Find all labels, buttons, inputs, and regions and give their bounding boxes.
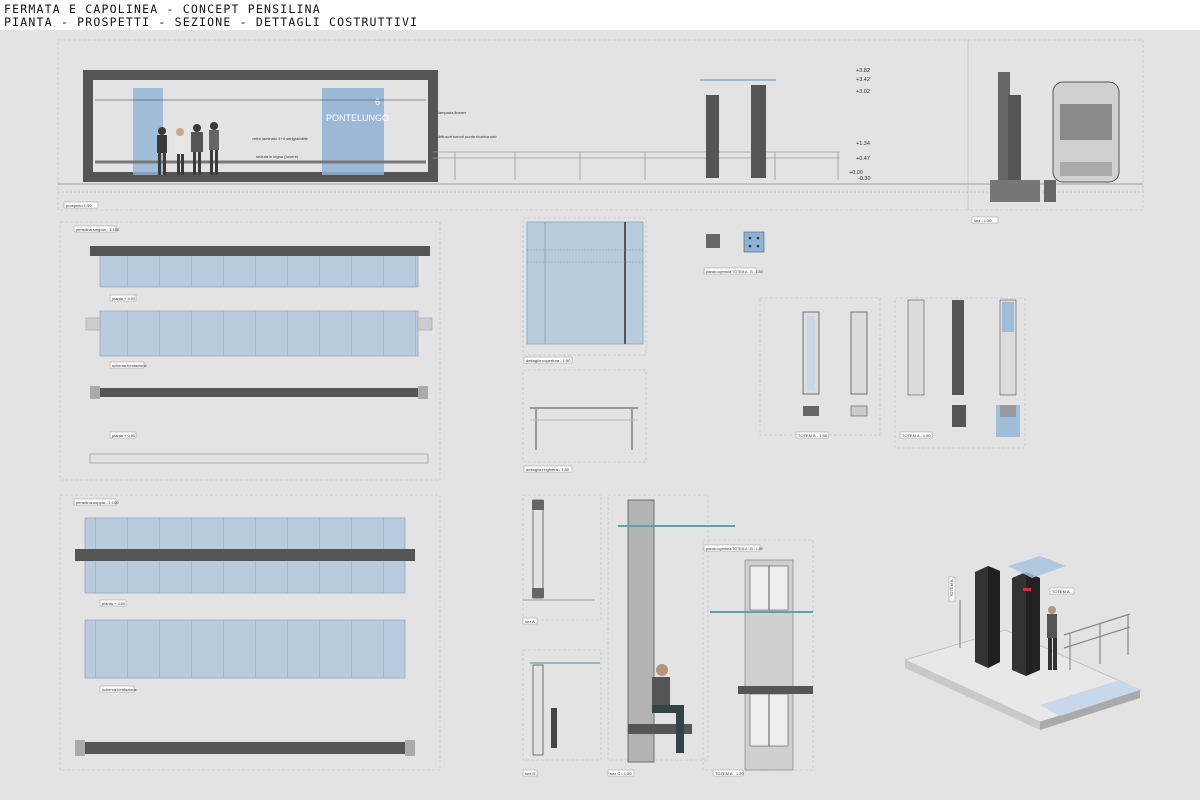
roof-detail-title: dettaglio copertura - 1:50: [526, 358, 571, 363]
plan-label-b: pianta + 0.90: [112, 433, 136, 438]
totem-a-views: TOTEM A - 1:50: [894, 297, 1026, 449]
level-marks: +3.82 +3.42 +3.02 +1.34 +0.47 +0.00 -0.3…: [849, 68, 871, 182]
totem-plan-title: pianta copertura TOTEM A - B - 1:50: [706, 270, 763, 274]
section-title: sez - 1:50: [974, 218, 992, 223]
totem-a2-title: TOTEM A - 1:20: [715, 771, 744, 776]
seated-person: [652, 664, 684, 753]
sign-text: PONTELUNGO: [326, 113, 389, 123]
totem-b-title: TOTEM B - 1:50: [798, 433, 828, 438]
iso-label-totem-a: TOTEM A: [1052, 589, 1070, 594]
single-plans-title: pensilina singola - 1:100: [76, 227, 120, 232]
drawing-sheet: FERMATA E CAPOLINEA - CONCEPT PENSILINA …: [0, 0, 1200, 800]
person-iso: [1047, 606, 1057, 670]
isometric-render: TOTEM B TOTEM A: [903, 556, 1142, 730]
totem-plan-title-2: pianta copertura TOTEM A - B - 1:50: [706, 547, 763, 551]
svg-text:+1.34: +1.34: [856, 141, 870, 147]
note-lamp: lampada lineare: [438, 110, 467, 115]
sez-c-label: sez C - 1:50: [610, 771, 632, 776]
railing-detail-title: dettaglio ringhiera - 1:50: [526, 467, 570, 472]
note-seat: seduta in legno (rovere): [256, 154, 299, 159]
totem-b-views: TOTEM B - 1:50: [759, 297, 881, 439]
plan-label-schema: schema fondazione: [112, 363, 147, 368]
plan-label-c: pianta + 4.00: [102, 601, 126, 606]
double-shelter-plans: pensilina doppia - 1:100 pianta + 4.00 s…: [59, 494, 441, 771]
totem-a-title: TOTEM A - 1:50: [902, 433, 931, 438]
people-figures: [157, 122, 219, 175]
totem-construction-detail: pianta copertura TOTEM A - B - 1:50 TOTE…: [702, 539, 814, 777]
svg-text:+3.42: +3.42: [856, 77, 870, 83]
railing-elevation: [433, 151, 840, 180]
svg-text:-0.30: -0.30: [858, 176, 871, 182]
totem-plan-top: pianta copertura TOTEM A - B - 1:50: [703, 231, 765, 275]
sez-b-label: sez B: [525, 771, 535, 776]
svg-text:+3.02: +3.02: [856, 89, 870, 95]
plan-label-schema2: schema fondazione: [102, 687, 137, 692]
double-plans-title: pensilina doppia - 1:100: [76, 500, 119, 505]
totem-a-elevation: [751, 85, 766, 178]
svg-text:+3.82: +3.82: [856, 68, 870, 74]
sez-a-label: sez A: [525, 619, 535, 624]
elevation-title: prospetto 1:50: [66, 203, 92, 208]
sign-number: 6: [375, 97, 380, 107]
totem-b-elevation: [706, 95, 719, 178]
single-shelter-plans: pensilina singola - 1:100 pianta + 4.00 …: [59, 221, 441, 481]
drawing-canvas: 6 PONTELUNGO vetro laminato 4+4 serigraf…: [57, 39, 1144, 777]
section-drawing: sez - 1:50: [967, 39, 1144, 224]
plan-label-a: pianta + 4.00: [112, 296, 136, 301]
totem-b-iso: [975, 566, 1000, 668]
iso-label-totem-b: TOTEM B: [949, 579, 954, 597]
railing-detail: dettaglio ringhiera - 1:50: [522, 369, 647, 473]
roof-detail: dettaglio copertura - 1:50: [522, 217, 647, 364]
note-glass: vetro laminato 4+4 serigrafabile: [252, 136, 309, 141]
note-speaker: diffusori sonori punto ricarica usb: [438, 134, 497, 139]
svg-text:+0.47: +0.47: [856, 156, 870, 162]
elevation-drawing: 6 PONTELUNGO vetro laminato 4+4 serigraf…: [57, 39, 1143, 211]
